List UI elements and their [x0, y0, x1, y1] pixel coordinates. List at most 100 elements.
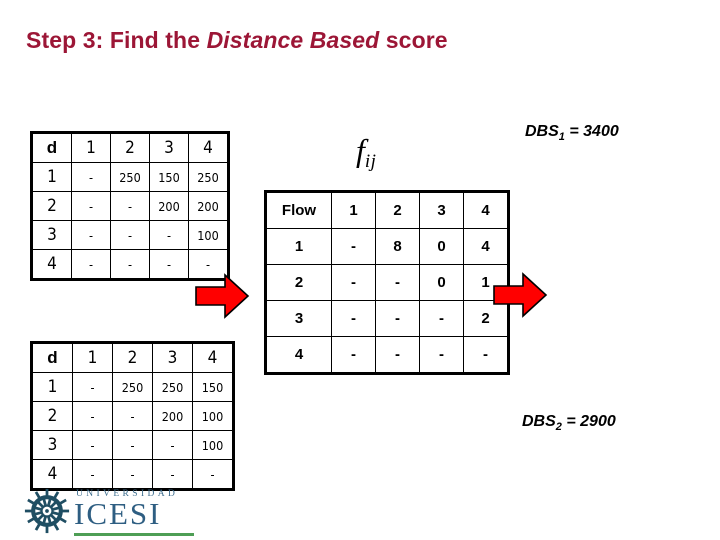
table-cell: -: [72, 372, 113, 402]
flow-matrix-table: Flow 1 2 3 4 1 - 8 0 4 2 - - 0 1 3 - - -…: [264, 190, 510, 375]
column-header: 3: [419, 191, 464, 229]
table-cell: 4: [463, 228, 509, 265]
table-cell: -: [110, 249, 150, 280]
dbs-2-label: DBS2 = 2900: [522, 413, 616, 433]
table-cell: 250: [110, 162, 150, 192]
table-cell: -: [192, 459, 234, 490]
table-cell: 200: [188, 191, 229, 221]
row-header: 1: [31, 162, 72, 192]
table-row: 2 - - 200 200: [31, 191, 229, 221]
row-header: 1: [265, 228, 332, 265]
table-cell: -: [72, 430, 113, 460]
table-cell: -: [110, 191, 150, 221]
table-cell: -: [331, 336, 376, 374]
table-cell: 100: [188, 220, 229, 250]
page-title-prefix: Step 3: Find the: [26, 27, 207, 53]
table-row: 2 - - 200 100: [31, 401, 234, 431]
table-row: 4 - - - -: [31, 459, 234, 490]
dbs-2-value: = 2900: [561, 413, 616, 430]
table-cell: 250: [112, 372, 153, 402]
table-header-row: d 1 2 3 4: [31, 342, 234, 373]
dbs-1-label: DBS1 = 3400: [525, 123, 619, 143]
table-cell: -: [331, 264, 376, 301]
table-cell: 200: [152, 401, 193, 431]
dbs-1-name: DBS: [525, 123, 559, 140]
table-cell: 150: [149, 162, 189, 192]
table-cell: -: [419, 300, 464, 337]
table-cell: 250: [152, 372, 193, 402]
row-header: 3: [31, 220, 72, 250]
table-cell: -: [152, 430, 193, 460]
table-cell: -: [419, 336, 464, 374]
table-cell: -: [331, 300, 376, 337]
table-cell: 0: [419, 264, 464, 301]
row-header: 2: [265, 264, 332, 301]
table-cell: -: [112, 459, 153, 490]
column-header: 3: [152, 342, 193, 373]
table-corner-label: d: [31, 342, 73, 373]
row-header: 4: [265, 336, 332, 374]
table-cell: 150: [192, 372, 234, 402]
table-row: 4 - - - -: [265, 336, 509, 374]
column-header: 2: [375, 191, 420, 229]
column-header: 2: [110, 132, 150, 163]
table-cell: -: [152, 459, 193, 490]
table-cell: -: [149, 249, 189, 280]
column-header: 3: [149, 132, 189, 163]
table-cell: 250: [188, 162, 229, 192]
fij-main-symbol: f: [356, 132, 365, 168]
table-corner-label: d: [31, 132, 72, 163]
column-header: 1: [72, 342, 113, 373]
arrow-right-red-left: [195, 273, 250, 319]
row-header: 2: [31, 401, 73, 431]
table-cell: 0: [419, 228, 464, 265]
column-header: 1: [71, 132, 111, 163]
icesi-logo: UNIVERSIDAD ICESI: [24, 486, 194, 538]
table-cell: -: [71, 191, 111, 221]
table-row: 1 - 250 150 250: [31, 162, 229, 192]
table-cell: 100: [192, 430, 234, 460]
flow-matrix-symbol-label: fij: [356, 132, 376, 173]
table-cell: -: [71, 220, 111, 250]
dbs-1-value: = 3400: [564, 123, 619, 140]
row-header: 2: [31, 191, 72, 221]
page-title-suffix: score: [379, 27, 448, 53]
column-header: 2: [112, 342, 153, 373]
column-header: 4: [463, 191, 509, 229]
table-cell: -: [375, 300, 420, 337]
table-cell: 8: [375, 228, 420, 265]
dbs-2-name: DBS: [522, 413, 556, 430]
row-header: 3: [265, 300, 332, 337]
row-header: 1: [31, 372, 73, 402]
table-cell: 200: [149, 191, 189, 221]
logo-green-rule: [74, 533, 194, 536]
table-cell: -: [375, 264, 420, 301]
logo-icesi-text: ICESI: [74, 496, 162, 531]
row-header: 4: [31, 459, 73, 490]
table-cell: -: [112, 401, 153, 431]
page-title-emphasis: Distance Based: [206, 27, 380, 53]
column-header: 4: [188, 132, 229, 163]
table-header-row: d 1 2 3 4: [31, 132, 229, 163]
table-cell: 100: [192, 401, 234, 431]
table-row: 3 - - - 100: [31, 220, 229, 250]
table-row: 3 - - - 100: [31, 430, 234, 460]
page-title: Step 3: Find the Distance Based score: [26, 27, 448, 54]
table-cell: -: [72, 401, 113, 431]
distance-matrix-table-2: d 1 2 3 4 1 - 250 250 150 2 - - 200 100 …: [30, 341, 235, 491]
table-cell: -: [149, 220, 189, 250]
table-row: 2 - - 0 1: [265, 264, 509, 301]
table-cell: -: [72, 459, 113, 490]
table-corner-label: Flow: [265, 191, 332, 229]
table-row: 1 - 250 250 150: [31, 372, 234, 402]
table-cell: -: [71, 249, 111, 280]
column-header: 4: [192, 342, 234, 373]
table-cell: -: [110, 220, 150, 250]
table-cell: -: [71, 162, 111, 192]
table-row: 3 - - - 2: [265, 300, 509, 337]
table-cell: -: [375, 336, 420, 374]
row-header: 3: [31, 430, 73, 460]
row-header: 4: [31, 249, 72, 280]
table-row: 1 - 8 0 4: [265, 228, 509, 265]
distance-matrix-table-1: d 1 2 3 4 1 - 250 150 250 2 - - 200 200 …: [30, 131, 230, 281]
